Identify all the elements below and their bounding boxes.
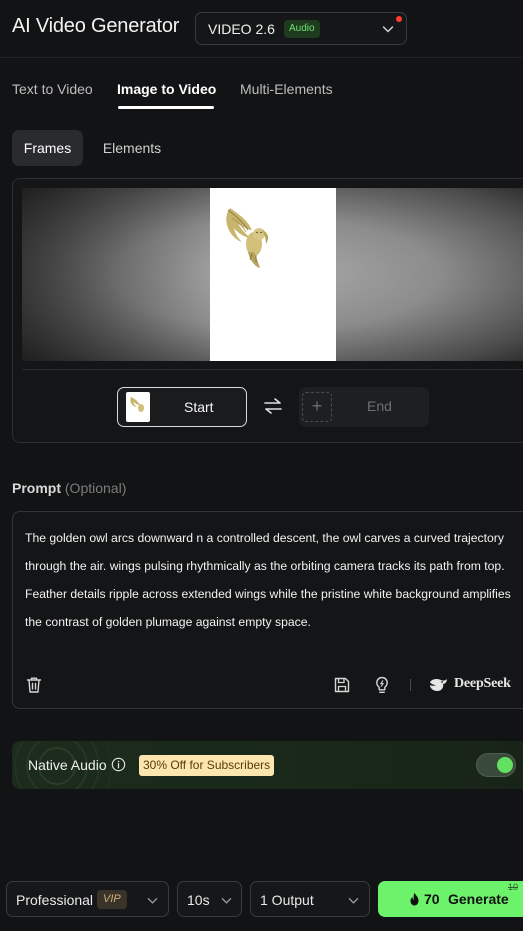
bottom-bar: Professional VIP 10s 1 Output 70 Generat… [0,870,523,931]
start-frame-thumbnail [126,392,150,422]
prompt-optional-text: (Optional) [64,480,127,496]
toggle-knob [497,757,513,773]
deepseek-whale-icon [430,678,447,691]
uploaded-image [210,188,336,361]
mode-tabs: Text to Video Image to Video Multi-Eleme… [0,60,523,112]
deepseek-label: DeepSeek [454,676,511,691]
image-preview[interactable] [22,188,523,361]
lightbulb-icon[interactable] [372,675,392,695]
tab-multi-elements[interactable]: Multi-Elements [240,81,333,97]
owl-thumbnail-icon [130,397,144,412]
prompt-label: Prompt (Optional) [12,480,126,496]
prompt-label-text: Prompt [12,480,61,496]
subscriber-promo-badge[interactable]: 30% Off for Subscribers [139,755,275,776]
native-audio-bar: Native Audio 30% Off for Subscribers [12,741,523,789]
tab-text-to-video[interactable]: Text to Video [12,81,93,97]
output-count-select[interactable]: 1 Output [250,881,370,917]
output-count-label: 1 Output [260,892,314,908]
prompt-textarea[interactable]: The golden owl arcs downward n a control… [12,511,523,709]
quality-select[interactable]: Professional VIP [6,881,169,917]
model-select[interactable]: VIDEO 2.6 Audio [195,12,407,45]
vip-badge: VIP [97,890,127,909]
chevron-down-icon [382,26,394,33]
trash-icon[interactable] [24,675,44,695]
chevron-down-icon [348,898,359,904]
generate-cost: 70 [424,891,440,907]
info-icon[interactable] [111,757,126,772]
original-cost: 10 [500,882,518,892]
generate-label: Generate [448,891,509,907]
add-end-frame-icon: + [302,392,332,422]
elements-button[interactable]: Elements [92,130,172,166]
prompt-toolbar: DeepSeek [13,672,523,700]
native-audio-label: Native Audio [28,757,107,773]
generate-button[interactable]: 70 Generate 10 [378,881,523,917]
end-label: End [367,398,392,414]
swap-icon[interactable] [263,398,283,414]
tab-image-to-video[interactable]: Image to Video [117,81,216,97]
duration-label: 10s [187,892,210,908]
frames-button[interactable]: Frames [12,130,83,166]
save-icon[interactable] [332,675,352,695]
header: AI Video Generator VIDEO 2.6 Audio [0,0,523,58]
active-tab-indicator [118,106,214,109]
quality-label: Professional [16,892,94,908]
model-name: VIDEO 2.6 [208,21,275,37]
audio-badge: Audio [284,20,320,38]
prompt-text[interactable]: The golden owl arcs downward n a control… [25,524,515,636]
golden-owl-image [226,208,269,268]
original-cost-value: 10 [508,882,519,892]
frame-panel: Start + End [12,178,523,443]
native-audio-toggle[interactable] [476,753,516,777]
notification-dot [396,16,402,22]
start-frame-button[interactable]: Start [117,387,247,427]
chevron-down-icon [147,898,158,904]
duration-select[interactable]: 10s [177,881,242,917]
start-label: Start [184,399,214,415]
end-frame-button[interactable]: + End [299,387,429,427]
fire-icon [410,892,419,906]
app-title: AI Video Generator [12,15,180,37]
chevron-down-icon [221,898,232,904]
